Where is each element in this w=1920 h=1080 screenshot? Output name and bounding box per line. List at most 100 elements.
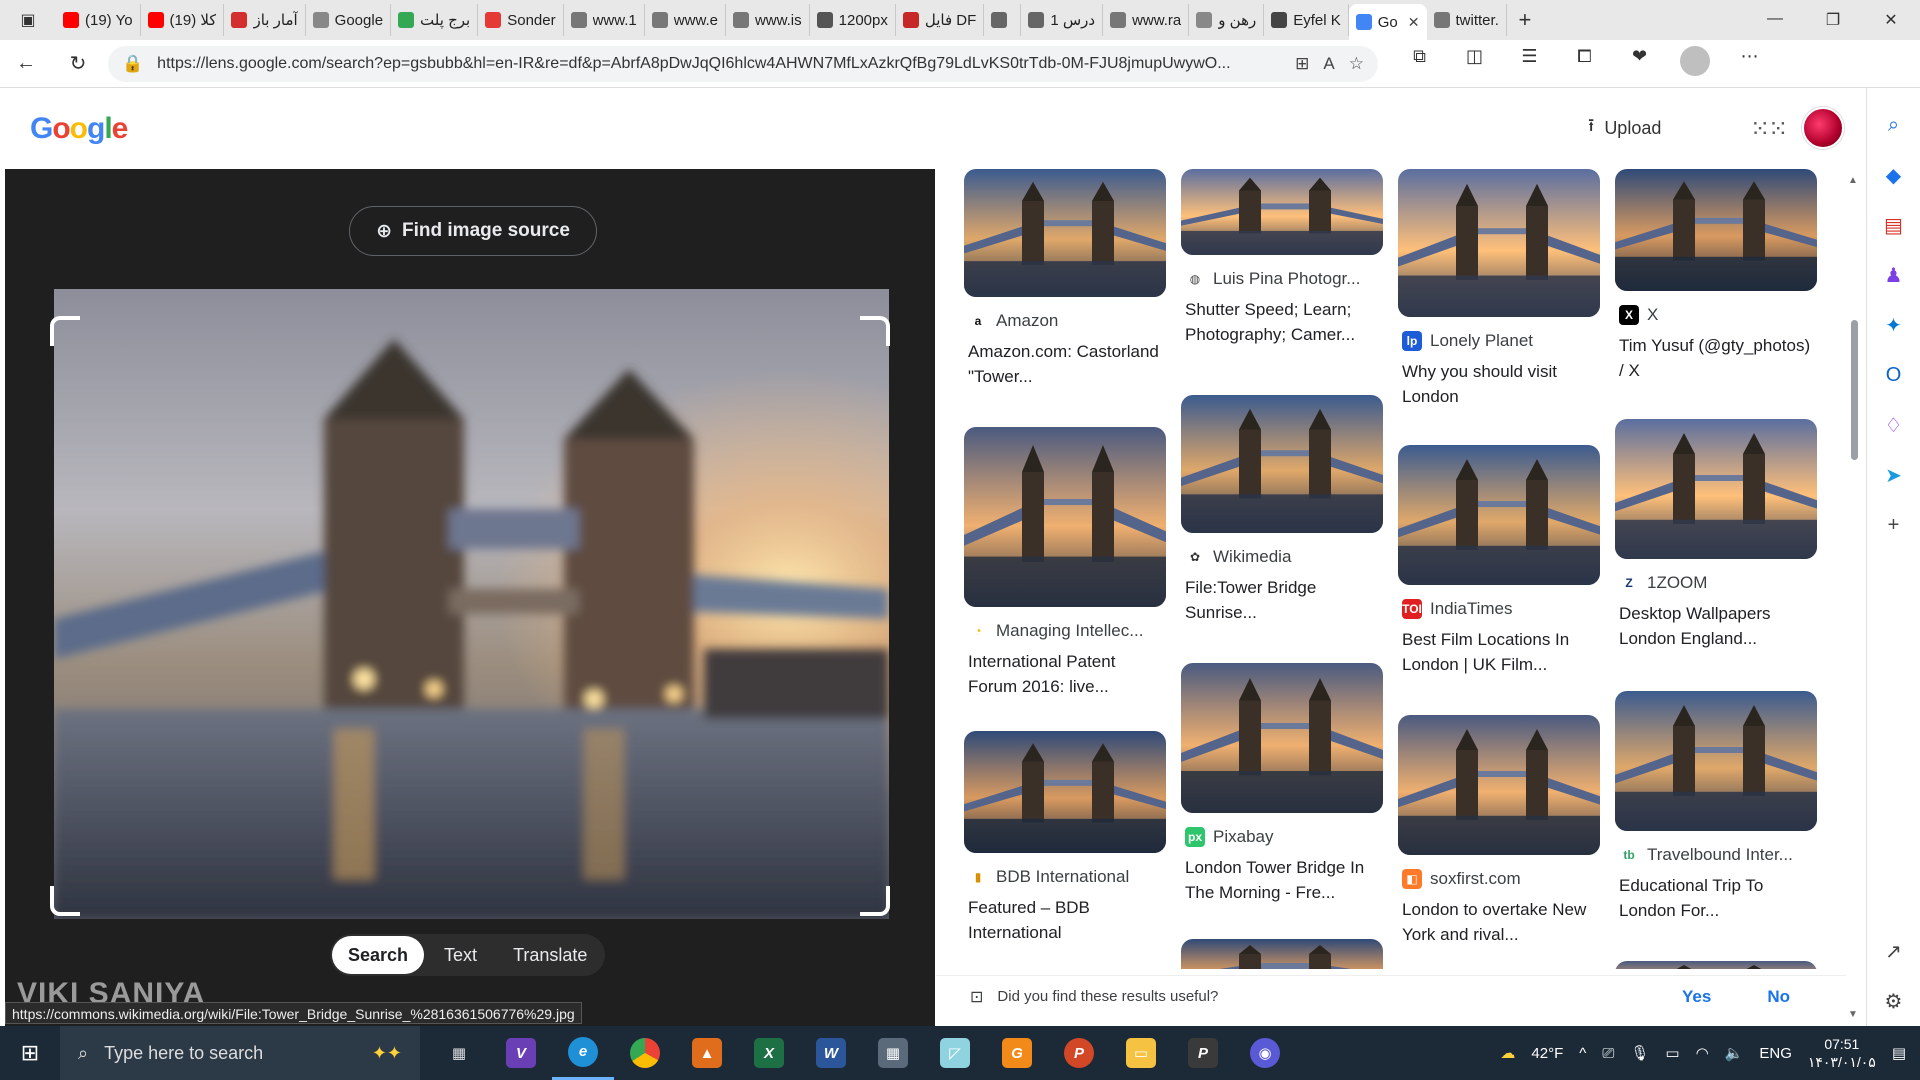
result-source[interactable]: tb Travelbound Inter... (1615, 845, 1817, 865)
settings-more-icon[interactable]: ⋯ (1722, 46, 1777, 81)
result-source[interactable]: Z 1ZOOM (1615, 573, 1817, 593)
url-text[interactable]: https://lens.google.com/search?ep=gsbubb… (157, 55, 1281, 73)
browser-tab[interactable]: برج پلت (391, 4, 479, 36)
mode-text-tab[interactable]: Text (428, 936, 493, 974)
excel-icon[interactable]: X (738, 1026, 800, 1080)
browser-tab[interactable]: www.ra (1103, 4, 1190, 36)
split-screen-icon[interactable]: ◫ (1447, 46, 1502, 81)
tab-actions-menu-icon[interactable]: ▣ (0, 0, 56, 40)
weather-icon[interactable]: ☁ (1500, 1044, 1515, 1062)
browser-tab[interactable] (984, 4, 1022, 36)
sidebar-drop-icon[interactable]: ♢ (1867, 400, 1920, 450)
word-icon[interactable]: W (800, 1026, 862, 1080)
task-view-icon[interactable]: ▦ (428, 1026, 490, 1080)
result-title[interactable]: Amazon.com: Castorland "Tower... (964, 339, 1166, 389)
new-tab-button[interactable]: + (1507, 7, 1543, 33)
browser-tab[interactable]: آمار باز (224, 4, 306, 36)
google-logo[interactable]: Google (30, 112, 128, 146)
extensions-icon[interactable]: ⧉ (1392, 46, 1447, 81)
lock-icon[interactable]: 🔒 (122, 54, 143, 74)
result-source[interactable]: ✿ Wikimedia (1181, 547, 1383, 567)
collections-icon[interactable]: ⧠ (1557, 46, 1612, 81)
result-title[interactable]: Featured – BDB International (964, 895, 1166, 945)
result-card[interactable]: lp Lonely Planet Why you should visit Lond… (1398, 169, 1600, 409)
result-source[interactable]: XX (1615, 305, 1817, 325)
device-icon[interactable]: ⎚ (1602, 1045, 1614, 1062)
tower-bridge-query-image[interactable] (54, 289, 889, 919)
browser-tab[interactable]: 1200px (810, 4, 896, 36)
result-thumbnail[interactable] (1398, 715, 1600, 855)
upload-button[interactable]: ⭱ Upload (1588, 113, 1661, 143)
close-window-icon[interactable]: ✕ (1862, 10, 1920, 30)
browser-tab[interactable]: رهن و (1189, 4, 1265, 36)
browser-tab[interactable]: www.1 (564, 4, 645, 36)
browser-tab[interactable]: (19) Yo (56, 4, 141, 36)
chrome-icon[interactable] (614, 1026, 676, 1080)
result-title[interactable]: Shutter Speed; Learn; Photography; Camer… (1181, 297, 1383, 347)
sidebar-popout-icon[interactable]: ↗ (1867, 926, 1920, 976)
edge-browser-icon[interactable]: e (552, 1026, 614, 1080)
language-indicator[interactable]: ENG (1759, 1045, 1792, 1062)
result-thumbnail[interactable] (1398, 445, 1600, 585)
sidebar-search-icon[interactable]: ⌕ (1867, 100, 1920, 150)
result-title[interactable]: File:Tower Bridge Sunrise... (1181, 575, 1383, 625)
result-thumbnail[interactable] (1615, 961, 1817, 969)
result-card[interactable]: X X Tim Yusuf (@gty_photos) / X (1615, 169, 1817, 383)
crop-handle-bottom-left[interactable] (50, 886, 80, 916)
volume-icon[interactable]: 🔈 (1725, 1044, 1744, 1062)
result-title[interactable]: London to overtake New York and rival... (1398, 897, 1600, 947)
result-source[interactable]: ▮ BDB International (964, 867, 1166, 887)
result-thumbnail[interactable] (1181, 663, 1383, 813)
result-card[interactable]: ◍ Luis Pina Photogr... Shutter Speed; Lear… (1181, 169, 1383, 347)
result-card[interactable]: ◧ soxfirst.com London to overtake New York… (1398, 715, 1600, 947)
profile-icon[interactable] (1667, 46, 1722, 81)
result-card[interactable]: ✿ Wikimedia File:Tower Bridge Sunrise... (1181, 395, 1383, 625)
mode-translate-tab[interactable]: Translate (497, 936, 603, 974)
result-source[interactable]: lp Lonely Planet (1398, 331, 1600, 351)
battery-icon[interactable]: ▭ (1665, 1044, 1679, 1062)
orange-app-icon[interactable]: G (986, 1026, 1048, 1080)
back-icon[interactable]: ← (0, 52, 52, 75)
result-thumbnail[interactable] (964, 169, 1166, 297)
result-source[interactable]: a Amazon (964, 311, 1166, 331)
browser-tab[interactable]: Google (306, 4, 392, 36)
account-avatar[interactable] (1802, 107, 1844, 149)
performance-icon[interactable]: ❤ (1612, 46, 1667, 81)
sidebar-copilot-icon[interactable]: ✦ (1867, 300, 1920, 350)
result-thumbnail[interactable] (1181, 395, 1383, 533)
result-title[interactable]: Why you should visit London (1398, 359, 1600, 409)
crop-handle-top-right[interactable] (860, 316, 890, 346)
crop-handle-bottom-right[interactable] (860, 886, 890, 916)
feedback-no-button[interactable]: No (1767, 987, 1790, 1007)
sidebar-add-icon[interactable]: + (1867, 500, 1920, 550)
p-app-icon[interactable]: P (1172, 1026, 1234, 1080)
browser-tab[interactable]: 1 درس (1021, 4, 1104, 36)
result-source[interactable]: ◧ soxfirst.com (1398, 869, 1600, 889)
camera-app-icon[interactable]: ◉ (1234, 1026, 1296, 1080)
result-card[interactable]: ◔ Managing Intellec... International Paten… (964, 427, 1166, 699)
weather-temp[interactable]: 42°F (1531, 1045, 1563, 1062)
calculator-icon[interactable]: ▦ (862, 1026, 924, 1080)
browser-tab[interactable]: Eyfel K (1264, 4, 1349, 36)
powerpoint-icon[interactable]: P (1048, 1026, 1110, 1080)
result-source[interactable]: ◔ Managing Intellec... (964, 621, 1166, 641)
result-title[interactable]: Desktop Wallpapers London England... (1615, 601, 1817, 651)
wifi-icon[interactable]: ◠ (1696, 1044, 1709, 1062)
result-thumbnail[interactable] (1615, 169, 1817, 291)
scrollbar-thumb[interactable] (1851, 320, 1858, 460)
result-source[interactable]: ◍ Luis Pina Photogr... (1181, 269, 1383, 289)
app-available-icon[interactable]: ⊞ (1295, 54, 1309, 74)
result-card[interactable]: tb Travelbound Inter... Educational Trip T… (1615, 691, 1817, 923)
address-bar[interactable]: 🔒 https://lens.google.com/search?ep=gsbu… (108, 45, 1378, 82)
mode-search-tab[interactable]: Search (332, 936, 425, 974)
result-thumbnail[interactable] (1615, 691, 1817, 831)
result-title[interactable]: Educational Trip To London For... (1615, 873, 1817, 923)
result-card[interactable]: TOI IndiaTimes Best Film Locations In Lond… (1398, 445, 1600, 677)
clock[interactable]: 07:51 ۱۴۰۳/۰۱/۰۵ (1808, 1035, 1876, 1071)
browser-tab[interactable]: twitter. (1427, 4, 1507, 36)
windows-start-icon[interactable]: ⊞ (0, 1040, 60, 1066)
browser-tab[interactable]: (19) کلا (141, 4, 225, 36)
browser-tab[interactable]: Go ✕ (1348, 4, 1427, 40)
result-card[interactable] (1615, 961, 1817, 969)
result-thumbnail[interactable] (1615, 419, 1817, 559)
